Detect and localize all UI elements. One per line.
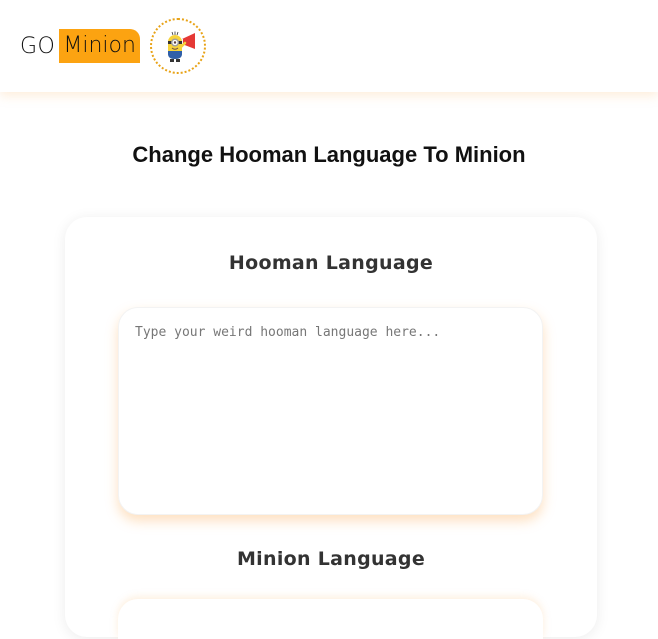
translator-card: Hooman Language Minion Language [65,217,597,639]
minion-text-output [118,599,543,639]
hooman-language-label: Hooman Language [228,252,434,274]
brand-minion-text: Minion [59,29,140,63]
minion-language-label: Minion Language [236,548,426,570]
hooman-text-input[interactable] [118,307,543,515]
brand-go-text: GO [20,33,56,59]
navbar: GO Minion [0,0,658,92]
brand-logo[interactable]: GO Minion [20,28,140,64]
minion-mascot-icon [149,18,206,74]
page-title: Change Hooman Language To Minion [132,142,526,167]
